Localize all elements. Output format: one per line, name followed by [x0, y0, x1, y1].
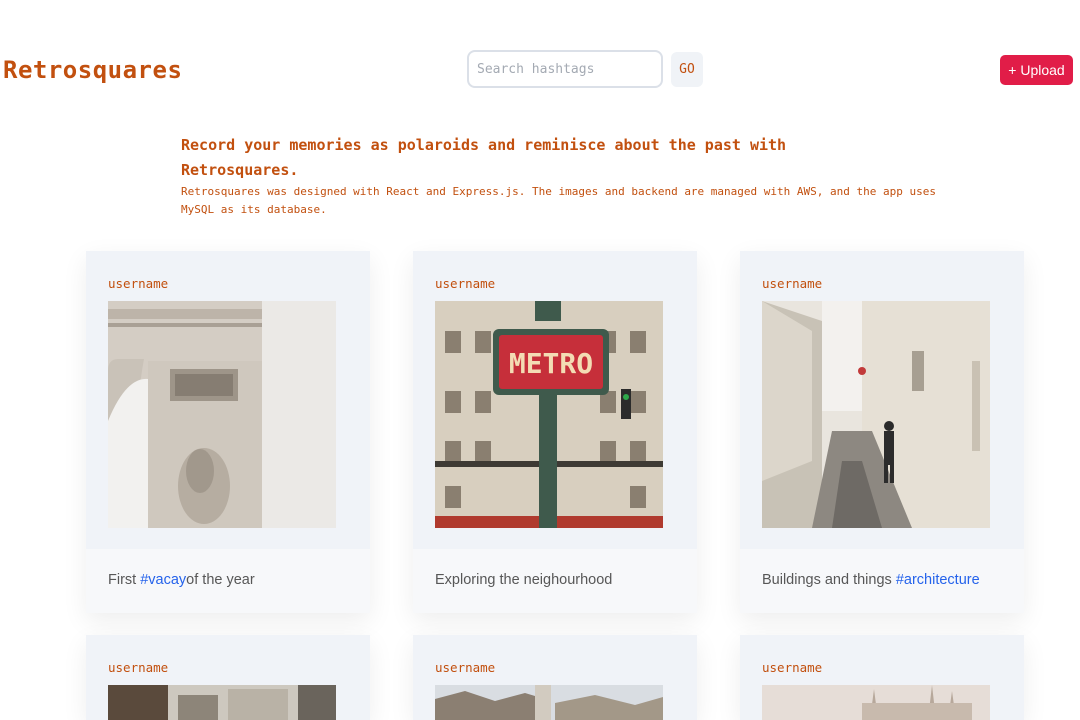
svg-text:METRO: METRO [509, 347, 593, 380]
post-username[interactable]: username [108, 276, 168, 291]
search-input[interactable] [467, 50, 663, 88]
caption-text: Exploring the neighourhood [435, 572, 613, 588]
post-caption: Buildings and things #architecture [762, 572, 980, 588]
hashtag-link[interactable]: #vacay [140, 572, 186, 588]
cathedral-photo [762, 685, 990, 720]
caption-text: Buildings and things [762, 572, 896, 588]
post-username[interactable]: username [762, 276, 822, 291]
caption-text: of the year [186, 572, 255, 588]
post-card[interactable]: username First #vacayof the year [86, 251, 370, 613]
post-username[interactable]: username [762, 660, 822, 675]
rooftops-photo [435, 685, 663, 720]
caption-bar: Buildings and things #architecture [740, 549, 1024, 613]
search-bar [467, 50, 663, 88]
intro-title: Record your memories as polaroids and re… [181, 136, 787, 179]
post-card[interactable]: username [413, 635, 697, 720]
post-photo[interactable] [762, 685, 990, 720]
caption-bar: Exploring the neighourhood [413, 549, 697, 613]
post-caption: Exploring the neighourhood [435, 572, 612, 588]
post-photo[interactable] [108, 301, 336, 528]
upload-button[interactable]: + Upload [1000, 55, 1073, 85]
post-card[interactable]: username METRO Exploring the neighourhoo… [413, 251, 697, 613]
post-photo[interactable] [762, 301, 990, 528]
arc-de-triomphe-photo [108, 301, 336, 528]
post-username[interactable]: username [435, 276, 495, 291]
hashtag-link[interactable]: #architecture [896, 572, 980, 588]
post-photo[interactable] [435, 685, 663, 720]
post-photo[interactable]: METRO [435, 301, 663, 528]
post-photo[interactable] [108, 685, 336, 720]
intro-description: Retrosquares was designed with React and… [181, 185, 936, 216]
street-photo [108, 685, 336, 720]
caption-text: First [108, 572, 141, 588]
search-go-button[interactable]: GO [671, 52, 703, 87]
cobblestone-alley-photo [762, 301, 990, 528]
metro-sign-photo: METRO [435, 301, 663, 528]
post-username[interactable]: username [108, 660, 168, 675]
intro-section: Record your memories as polaroids and re… [181, 133, 941, 219]
post-card[interactable]: username [740, 635, 1024, 720]
caption-bar: First #vacayof the year [86, 549, 370, 613]
post-caption: First #vacayof the year [108, 572, 255, 588]
app-logo[interactable]: Retrosquares [3, 56, 182, 84]
post-card[interactable]: username [86, 635, 370, 720]
post-username[interactable]: username [435, 660, 495, 675]
post-card[interactable]: username Buildings and things #architect… [740, 251, 1024, 613]
